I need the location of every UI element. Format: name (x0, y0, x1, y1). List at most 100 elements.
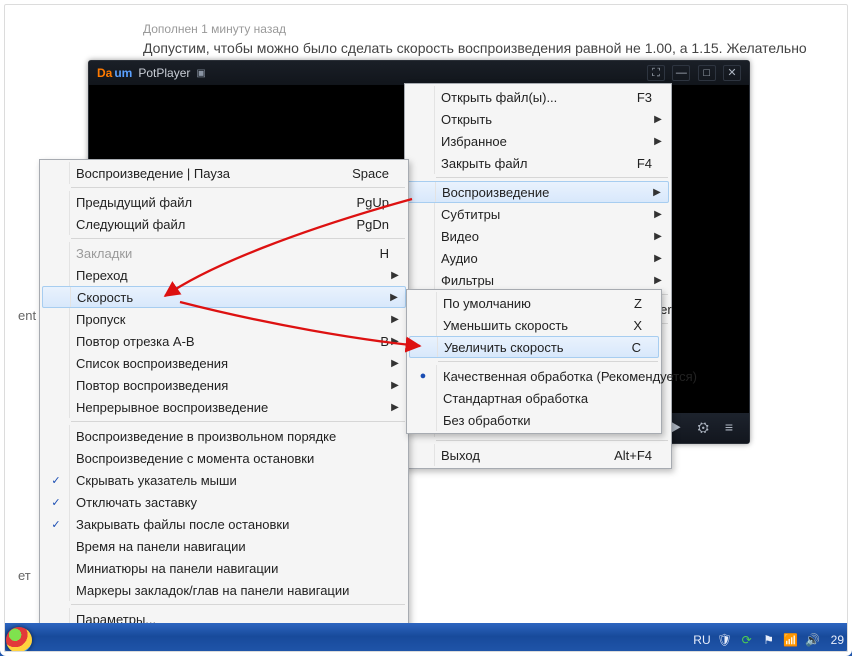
playback-menu-item[interactable]: Переход▶ (41, 264, 407, 286)
playback-menu-item[interactable]: Воспроизведение в произвольном порядке (41, 425, 407, 447)
main-menu-item[interactable]: Закрыть файлF4 (406, 152, 670, 174)
playback-menu-item[interactable]: ЗакладкиH (41, 242, 407, 264)
submenu-arrow-icon: ▶ (652, 253, 664, 264)
main-menu-item[interactable]: Открыть▶ (406, 108, 670, 130)
menu-gutter (408, 203, 435, 225)
menu-gutter (408, 225, 435, 247)
menu-gutter (408, 108, 435, 130)
logo-part-2: um (114, 66, 132, 80)
title-icon: ▣ (196, 68, 205, 79)
lang-indicator[interactable]: RU (693, 633, 710, 647)
main-menu-item[interactable]: Воспроизведение▶ (407, 181, 669, 203)
minimize-icon[interactable]: — (672, 65, 690, 81)
playback-menu-item[interactable]: Предыдущий файлPgUp (41, 191, 407, 213)
menu-gutter (410, 314, 437, 336)
submenu-arrow-icon: ▶ (389, 380, 401, 391)
main-menu-item[interactable]: Открыть файл(ы)...F3 (406, 86, 670, 108)
playback-menu-item[interactable]: Время на панели навигации (41, 535, 407, 557)
main-menu-item[interactable]: Субтитры▶ (406, 203, 670, 225)
menu-separator (71, 604, 405, 605)
system-tray[interactable]: RU 🛡 ⟳ ⚑ 📶 🔊 29 (693, 632, 852, 648)
playback-menu-item[interactable]: Повтор воспроизведения▶ (41, 374, 407, 396)
menu-label: Маркеры закладок/глав на панели навигаци… (76, 583, 389, 598)
playback-menu-item[interactable]: Повтор отрезка A-BB▶ (41, 330, 407, 352)
close-icon[interactable]: ✕ (723, 65, 741, 81)
speed-menu-item[interactable]: Увеличить скорость C (409, 336, 659, 358)
tray-flag-icon[interactable]: ⚑ (761, 632, 777, 648)
menu-gutter (408, 269, 435, 291)
menu-label: Воспроизведение | Пауза (76, 166, 328, 181)
playback-menu-item[interactable]: ✓Отключать заставку (41, 491, 407, 513)
menu-label: Воспроизведение в произвольном порядке (76, 429, 389, 444)
submenu-arrow-icon: ▶ (389, 402, 401, 413)
playback-menu-item[interactable]: Маркеры закладок/глав на панели навигаци… (41, 579, 407, 601)
menu-label: Увеличить скорость (444, 340, 608, 355)
menu-gutter (408, 152, 435, 174)
main-menu-item[interactable]: ВыходAlt+F4 (406, 444, 670, 466)
tray-sync-icon[interactable]: ⟳ (739, 632, 755, 648)
menu-label: Открыть файл(ы)... (441, 90, 613, 105)
maximize-icon[interactable]: □ (698, 65, 716, 81)
speed-menu-item[interactable]: По умолчаниюZ (408, 292, 660, 314)
menu-label: Список воспроизведения (76, 356, 389, 371)
menu-label: Скорость (77, 290, 388, 305)
submenu-arrow-icon: ▶ (652, 209, 664, 220)
submenu-arrow-icon: ▶ (389, 336, 401, 347)
speed-menu-item[interactable]: ●Качественная обработка (Рекомендуется) (408, 365, 660, 387)
menu-separator (71, 187, 405, 188)
app-title: PotPlayer (138, 66, 190, 80)
menu-gutter (43, 264, 70, 286)
menu-label: Непрерывное воспроизведение (76, 400, 389, 415)
menu-label: Закрыть файл (441, 156, 613, 171)
menu-shortcut: Space (352, 166, 389, 181)
menu-separator (438, 361, 658, 362)
tray-clock[interactable]: 29 (831, 633, 844, 647)
menu-shortcut: Alt+F4 (614, 448, 652, 463)
title-bar[interactable]: Daum PotPlayer ▣ ⛶ — □ ✕ (89, 61, 749, 85)
playback-menu-item[interactable]: Воспроизведение | Пауза Space (41, 162, 407, 184)
tray-volume-icon[interactable]: 🔊 (805, 632, 821, 648)
menu-gutter: ✓ (43, 513, 70, 535)
submenu-arrow-icon: ▶ (652, 231, 664, 242)
submenu-arrow-icon: ▶ (652, 114, 664, 125)
menu-label: Воспроизведение с момента остановки (76, 451, 389, 466)
speed-menu-item[interactable]: Стандартная обработка (408, 387, 660, 409)
menu-label: Миниатюры на панели навигации (76, 561, 389, 576)
menu-separator (71, 238, 405, 239)
playback-menu-item[interactable]: Миниатюры на панели навигации (41, 557, 407, 579)
menu-gutter (408, 86, 435, 108)
speed-menu-item[interactable]: Уменьшить скоростьX (408, 314, 660, 336)
tray-shield-icon[interactable]: 🛡 (717, 632, 733, 648)
tray-network-icon[interactable]: 📶 (783, 632, 799, 648)
menu-label: Уменьшить скорость (443, 318, 609, 333)
taskbar[interactable]: RU 🛡 ⟳ ⚑ 📶 🔊 29 (0, 623, 852, 656)
menu-label: Избранное (441, 134, 652, 149)
menu-separator (71, 421, 405, 422)
menu-gutter (409, 182, 436, 202)
main-menu-item[interactable]: Аудио▶ (406, 247, 670, 269)
menu-gutter (43, 535, 70, 557)
start-button[interactable] (0, 623, 38, 656)
menu-label: Закрывать файлы после остановки (76, 517, 389, 532)
playback-menu-item[interactable]: Список воспроизведения▶ (41, 352, 407, 374)
menu-label: Отключать заставку (76, 495, 389, 510)
main-menu-item[interactable]: Видео▶ (406, 225, 670, 247)
menu-label: Аудио (441, 251, 652, 266)
playback-menu-item[interactable]: Непрерывное воспроизведение▶ (41, 396, 407, 418)
menu-gutter (411, 337, 438, 357)
playback-menu-item[interactable]: Воспроизведение с момента остановки (41, 447, 407, 469)
speed-menu-item[interactable]: Без обработки (408, 409, 660, 431)
menu-gutter (43, 352, 70, 374)
playback-menu-item[interactable]: Следующий файлPgDn (41, 213, 407, 235)
playback-menu-item[interactable]: ✓ Закрывать файлы после остановки (41, 513, 407, 535)
playback-menu-item[interactable]: Скорость▶ (42, 286, 406, 308)
main-menu-item[interactable]: Избранное▶ (406, 130, 670, 152)
windows-orb-icon (6, 627, 32, 653)
main-menu-item[interactable]: Фильтры▶ (406, 269, 670, 291)
fullscreen-icon[interactable]: ⛶ (647, 65, 665, 81)
menu-shortcut: C (632, 340, 641, 355)
playback-menu-item[interactable]: Пропуск▶ (41, 308, 407, 330)
post-meta: Дополнен 1 минуту назад (143, 22, 286, 36)
playback-menu-item[interactable]: ✓Скрывать указатель мыши (41, 469, 407, 491)
submenu-arrow-icon: ▶ (389, 270, 401, 281)
